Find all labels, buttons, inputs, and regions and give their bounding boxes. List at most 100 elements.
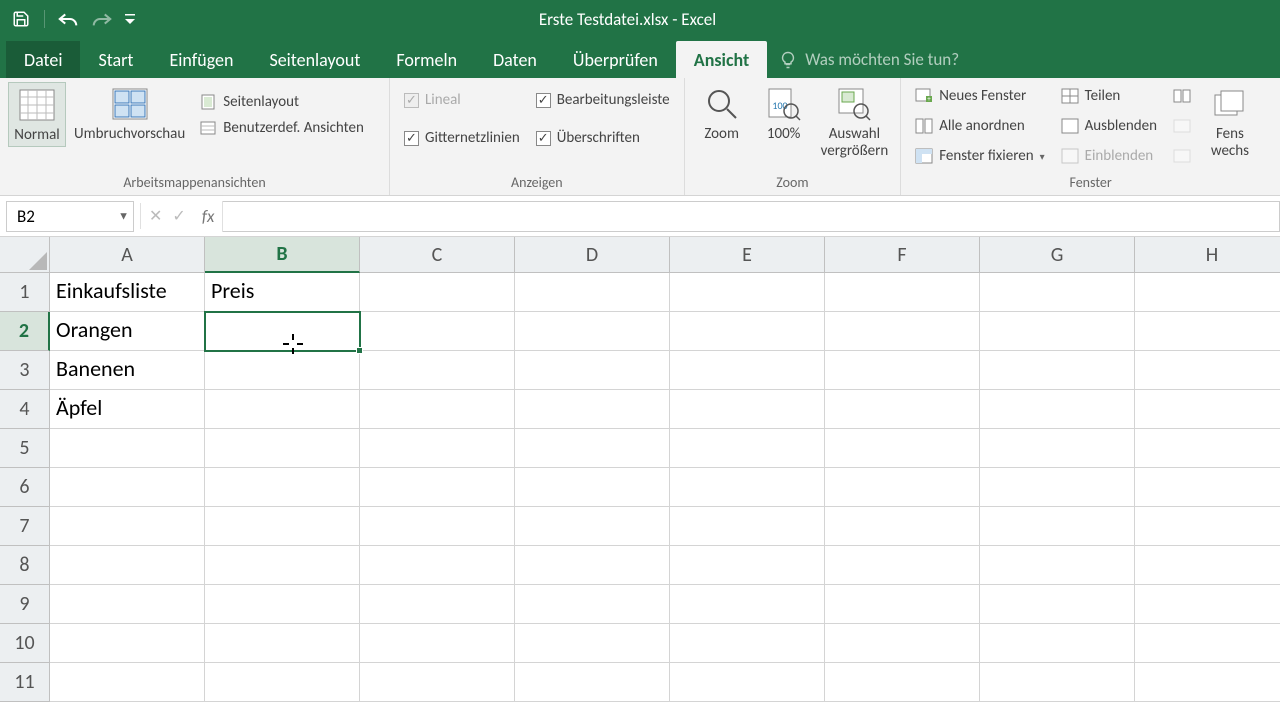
cell-B9[interactable]: [205, 585, 360, 624]
row-header-2[interactable]: 2: [0, 312, 50, 351]
cell-A2[interactable]: Orangen: [50, 312, 205, 351]
cell-D2[interactable]: [515, 312, 670, 351]
cell-D6[interactable]: [515, 468, 670, 507]
formula-input[interactable]: [223, 201, 1280, 232]
tab-pagelayout[interactable]: Seitenlayout: [251, 41, 378, 78]
cell-F4[interactable]: [825, 390, 980, 429]
tell-me-search[interactable]: Was möchten Sie tun?: [767, 41, 971, 78]
zoom-selection-button[interactable]: Auswahlvergrößern: [817, 82, 893, 163]
tab-review[interactable]: Überprüfen: [555, 41, 676, 78]
cell-F5[interactable]: [825, 429, 980, 468]
switch-windows-button[interactable]: Fenswechs: [1201, 82, 1259, 163]
split-button[interactable]: Teilen: [1059, 84, 1159, 108]
tab-insert[interactable]: Einfügen: [151, 41, 251, 78]
cell-F8[interactable]: [825, 546, 980, 585]
cell-H8[interactable]: [1135, 546, 1280, 585]
cell-C1[interactable]: [360, 273, 515, 312]
tab-view[interactable]: Ansicht: [676, 41, 767, 78]
column-header-E[interactable]: E: [670, 237, 825, 273]
cell-D7[interactable]: [515, 507, 670, 546]
row-header-7[interactable]: 7: [0, 507, 50, 546]
row-header-4[interactable]: 4: [0, 390, 50, 429]
cell-A7[interactable]: [50, 507, 205, 546]
cell-C10[interactable]: [360, 624, 515, 663]
checkbox-gridlines[interactable]: Gitternetzlinien: [402, 126, 522, 150]
new-window-button[interactable]: + Neues Fenster: [913, 84, 1046, 108]
chevron-down-icon[interactable]: ▼: [118, 210, 129, 223]
cell-A11[interactable]: [50, 663, 205, 702]
cell-G9[interactable]: [980, 585, 1135, 624]
reset-position-button[interactable]: [1171, 144, 1193, 168]
tab-formulas[interactable]: Formeln: [378, 41, 475, 78]
cell-F2[interactable]: [825, 312, 980, 351]
cell-D9[interactable]: [515, 585, 670, 624]
cell-E7[interactable]: [670, 507, 825, 546]
cell-H4[interactable]: [1135, 390, 1280, 429]
column-header-C[interactable]: C: [360, 237, 515, 273]
cell-H10[interactable]: [1135, 624, 1280, 663]
row-header-11[interactable]: 11: [0, 663, 50, 702]
cell-H5[interactable]: [1135, 429, 1280, 468]
cell-A4[interactable]: Äpfel: [50, 390, 205, 429]
column-header-H[interactable]: H: [1135, 237, 1280, 273]
cell-H2[interactable]: [1135, 312, 1280, 351]
cell-H6[interactable]: [1135, 468, 1280, 507]
cell-B3[interactable]: [205, 351, 360, 390]
cell-C8[interactable]: [360, 546, 515, 585]
cell-B11[interactable]: [205, 663, 360, 702]
cell-E8[interactable]: [670, 546, 825, 585]
cell-E10[interactable]: [670, 624, 825, 663]
cell-G11[interactable]: [980, 663, 1135, 702]
cell-B10[interactable]: [205, 624, 360, 663]
cell-A8[interactable]: [50, 546, 205, 585]
row-header-9[interactable]: 9: [0, 585, 50, 624]
tab-data[interactable]: Daten: [475, 41, 555, 78]
cell-H7[interactable]: [1135, 507, 1280, 546]
cell-A3[interactable]: Banenen: [50, 351, 205, 390]
row-header-3[interactable]: 3: [0, 351, 50, 390]
row-header-8[interactable]: 8: [0, 546, 50, 585]
cell-C6[interactable]: [360, 468, 515, 507]
fill-handle[interactable]: [356, 347, 363, 354]
cell-C4[interactable]: [360, 390, 515, 429]
qat-customize-button[interactable]: [121, 4, 139, 34]
cell-A1[interactable]: Einkaufsliste: [50, 273, 205, 312]
cell-B7[interactable]: [205, 507, 360, 546]
zoom-100-button[interactable]: 100 100%: [755, 82, 813, 145]
arrange-all-button[interactable]: Alle anordnen: [913, 114, 1046, 138]
cell-B1[interactable]: Preis: [205, 273, 360, 312]
cell-A6[interactable]: [50, 468, 205, 507]
cell-E1[interactable]: [670, 273, 825, 312]
select-all-corner[interactable]: [0, 237, 50, 273]
cell-C9[interactable]: [360, 585, 515, 624]
cell-H9[interactable]: [1135, 585, 1280, 624]
cell-F6[interactable]: [825, 468, 980, 507]
tab-home[interactable]: Start: [80, 41, 151, 78]
cell-G6[interactable]: [980, 468, 1135, 507]
cell-G3[interactable]: [980, 351, 1135, 390]
cell-D4[interactable]: [515, 390, 670, 429]
cell-A5[interactable]: [50, 429, 205, 468]
cell-D8[interactable]: [515, 546, 670, 585]
row-header-6[interactable]: 6: [0, 468, 50, 507]
cell-C7[interactable]: [360, 507, 515, 546]
cell-H11[interactable]: [1135, 663, 1280, 702]
cell-F11[interactable]: [825, 663, 980, 702]
cell-C11[interactable]: [360, 663, 515, 702]
sync-scroll-button[interactable]: [1171, 114, 1193, 138]
cell-A9[interactable]: [50, 585, 205, 624]
cell-G5[interactable]: [980, 429, 1135, 468]
cell-B6[interactable]: [205, 468, 360, 507]
cell-D1[interactable]: [515, 273, 670, 312]
cell-F7[interactable]: [825, 507, 980, 546]
checkbox-formulabar[interactable]: Bearbeitungsleiste: [534, 88, 672, 112]
cell-D3[interactable]: [515, 351, 670, 390]
view-customviews-button[interactable]: Benutzerdef. Ansichten: [197, 116, 366, 140]
view-pagelayout-button[interactable]: Seitenlayout: [197, 90, 366, 114]
cell-E5[interactable]: [670, 429, 825, 468]
zoom-button[interactable]: Zoom: [693, 82, 751, 145]
fx-icon[interactable]: fx: [196, 206, 215, 227]
cell-H1[interactable]: [1135, 273, 1280, 312]
undo-button[interactable]: [53, 4, 83, 34]
cell-G2[interactable]: [980, 312, 1135, 351]
